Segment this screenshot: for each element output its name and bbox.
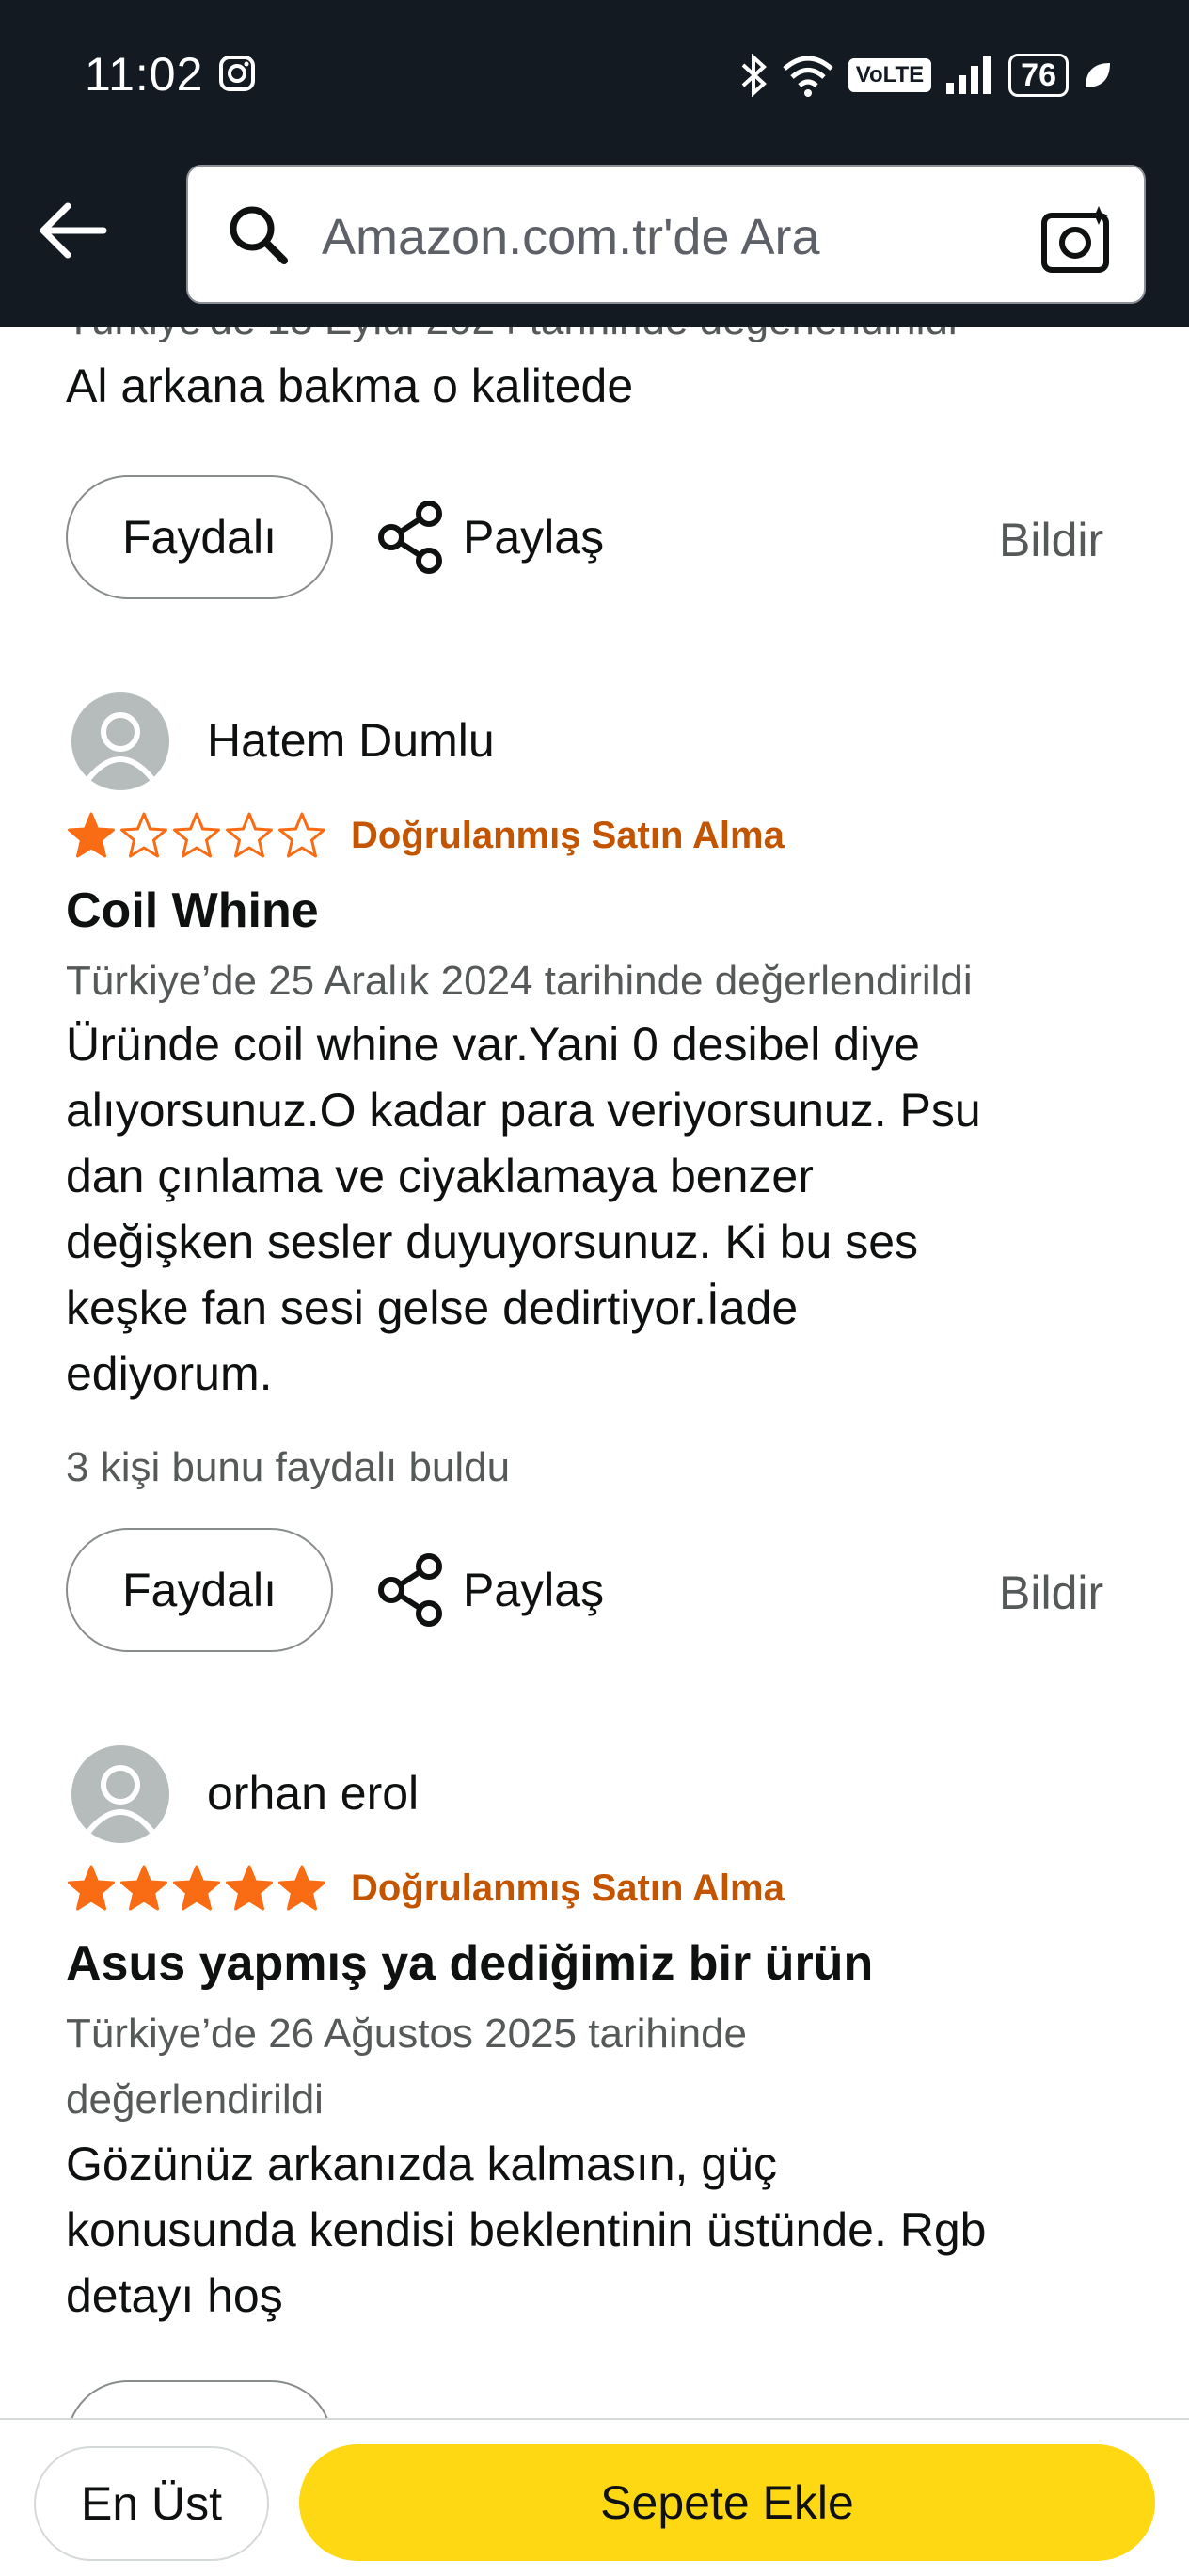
share-button[interactable]: Paylaş bbox=[376, 1551, 604, 1629]
search-input[interactable] bbox=[320, 195, 982, 279]
user-avatar-icon bbox=[86, 1765, 155, 1834]
add-to-cart-button[interactable]: Sepete Ekle bbox=[299, 2444, 1155, 2561]
avatar bbox=[71, 1745, 169, 1843]
review-date-line: Türkiye’de 26 Ağustos 2025 tarihinde bbox=[66, 2011, 748, 2057]
star-empty-icon bbox=[278, 812, 325, 858]
verified-purchase-badge: Doğrulanmış Satın Alma bbox=[351, 1868, 785, 1909]
battery-saver-leaf-icon bbox=[1086, 63, 1110, 87]
volte-badge: VoLTE bbox=[848, 58, 932, 92]
star-rating bbox=[66, 811, 327, 860]
status-icons: VoLTE 76 bbox=[739, 47, 1114, 103]
verified-purchase-badge: Doğrulanmış Satın Alma bbox=[351, 815, 785, 856]
bluetooth-icon bbox=[741, 54, 767, 97]
star-filled-icon bbox=[173, 1865, 220, 1911]
helpful-count: 3 kişi bunu faydalı buldu bbox=[66, 1444, 511, 1490]
share-icon bbox=[378, 501, 442, 574]
camera-search-icon[interactable] bbox=[1040, 202, 1118, 276]
review-body-line: Gözünüz arkanızda kalmasın, güç bbox=[66, 2138, 777, 2190]
star-filled-icon bbox=[68, 1865, 115, 1911]
review-title[interactable]: Coil Whine bbox=[66, 883, 319, 939]
review-body-line: Üründe coil whine var.Yani 0 desibel diy… bbox=[66, 1018, 920, 1071]
helpful-button[interactable]: Faydalı bbox=[66, 475, 333, 599]
star-filled-icon bbox=[120, 1865, 167, 1911]
signal-icon bbox=[946, 56, 991, 94]
scroll-to-top-button[interactable]: En Üst bbox=[34, 2446, 269, 2561]
battery-level: 76 bbox=[1008, 54, 1069, 97]
helpful-button[interactable]: Faydalı bbox=[66, 1528, 333, 1652]
review-date-line: değerlendirildi bbox=[66, 2076, 324, 2123]
reviewer-name[interactable]: orhan erol bbox=[207, 1766, 419, 1821]
wifi-icon bbox=[783, 56, 833, 97]
review-body-line: konusunda kendisi beklentinin üstünde. R… bbox=[66, 2203, 987, 2256]
share-button[interactable]: Paylaş bbox=[376, 499, 604, 576]
user-avatar-icon bbox=[86, 712, 155, 781]
review-body-line: keşke fan sesi gelse dedirtiyor.İade bbox=[66, 1281, 799, 1334]
review-body: Üründe coil whine var.Yani 0 desibel diy… bbox=[66, 1011, 981, 1407]
status-time: 11:02 bbox=[85, 48, 204, 101]
star-filled-icon bbox=[278, 1865, 325, 1911]
review-body-line: değişken sesler duyuyorsunuz. Ki bu ses bbox=[66, 1216, 919, 1268]
star-rating bbox=[66, 1864, 327, 1913]
review-date: Türkiye’de 25 Aralık 2024 tarihinde değe… bbox=[66, 958, 973, 1004]
report-link[interactable]: Bildir bbox=[999, 513, 1103, 567]
review-body: Gözünüz arkanızda kalmasın, güç konusund… bbox=[66, 2131, 986, 2329]
search-icon bbox=[230, 206, 288, 264]
star-empty-icon bbox=[120, 812, 167, 858]
back-arrow-icon[interactable] bbox=[36, 193, 111, 268]
review-body-line: detayı hoş bbox=[66, 2269, 283, 2322]
reviewer-name[interactable]: Hatem Dumlu bbox=[207, 713, 495, 768]
review-body: Al arkana bakma o kalitede bbox=[66, 359, 634, 412]
star-empty-icon bbox=[173, 812, 220, 858]
review-body-line: alıyorsunuz.O kadar para veriyorsunuz. P… bbox=[66, 1084, 981, 1137]
search-bar[interactable] bbox=[186, 165, 1146, 304]
avatar bbox=[71, 692, 169, 790]
review-title[interactable]: Asus yapmış ya dediğimiz bir ürün bbox=[66, 1935, 873, 1992]
app-header: 11:02 VoLTE 76 bbox=[0, 0, 1189, 327]
review-body-line: ediyorum. bbox=[66, 1347, 273, 1400]
star-filled-icon bbox=[68, 812, 115, 858]
share-label: Paylaş bbox=[463, 511, 605, 564]
review-date: Türkiye’de 26 Ağustos 2025 tarihinde değ… bbox=[66, 2001, 747, 2133]
star-empty-icon bbox=[226, 812, 273, 858]
bottom-action-bar: En Üst Sepete Ekle bbox=[0, 2418, 1189, 2576]
share-icon bbox=[378, 1553, 442, 1627]
share-label: Paylaş bbox=[463, 1564, 605, 1616]
review-body-line: dan çınlama ve ciyaklamaya benzer bbox=[66, 1150, 814, 1202]
instagram-icon bbox=[219, 56, 255, 91]
star-filled-icon bbox=[226, 1865, 273, 1911]
report-link[interactable]: Bildir bbox=[999, 1566, 1103, 1620]
